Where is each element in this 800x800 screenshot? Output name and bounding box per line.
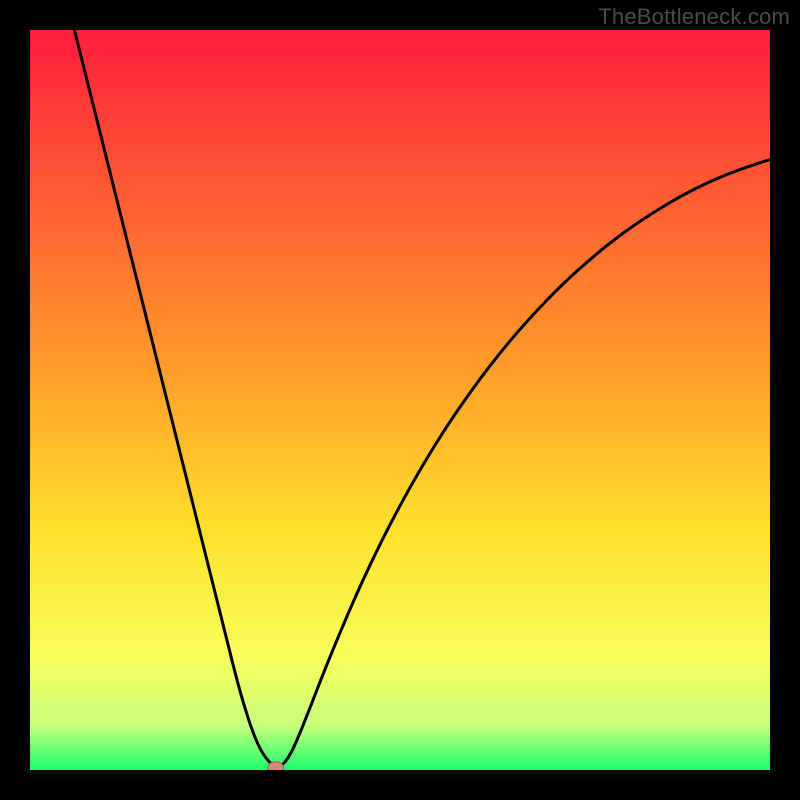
chart-frame: { "watermark": "TheBottleneck.com", "col… bbox=[0, 0, 800, 800]
watermark-text: TheBottleneck.com bbox=[598, 4, 790, 30]
bottleneck-chart bbox=[30, 30, 770, 770]
gradient-background bbox=[30, 30, 770, 770]
plot-area bbox=[30, 30, 770, 770]
optimum-marker bbox=[268, 762, 284, 770]
